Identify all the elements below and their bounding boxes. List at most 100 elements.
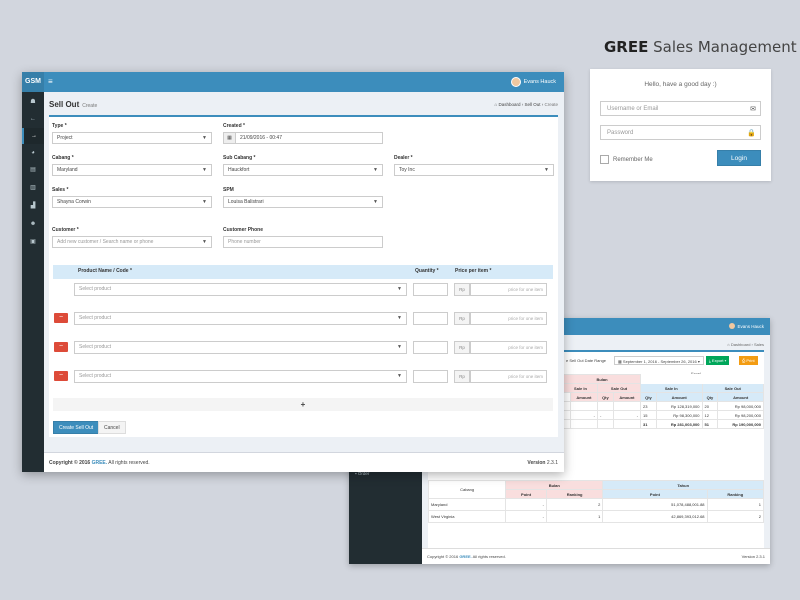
login-greeting: Hello, have a good day :) [644,81,717,88]
remember-checkbox[interactable] [600,155,609,164]
print-label: Print [746,358,755,363]
col-quantity: Quantity * [415,268,439,274]
report-footer: Copyright © 2016 GREE. All rights reserv… [422,548,770,564]
avatar [510,77,521,87]
sell-in-icon[interactable]: ← [22,111,44,127]
login-button[interactable]: Login [717,150,761,166]
lock-icon: 🔒 [747,130,756,137]
caret-down-icon: ▼ [397,315,402,321]
sub-cabang-select[interactable]: Hauckfort ▼ [223,164,383,176]
cell-amount: Rp 128,319,000 [655,401,703,411]
password-placeholder: Password [607,130,634,136]
pie-chart-icon[interactable]: ◕ [22,145,44,161]
users-icon[interactable]: ☻ [22,216,44,232]
user-menu[interactable]: Evans Hauck [510,77,556,87]
breadcrumb-sell-out[interactable]: Sell Out [524,102,540,107]
page-subtitle: Create [82,103,98,109]
caret-down-icon: ▼ [373,199,378,205]
cell-ranking: 1 [545,510,604,523]
type-select[interactable]: Project ▼ [52,132,212,144]
col-group-bulan: Bulan [505,480,604,490]
caret-down-icon: ▼ [202,167,207,173]
dashboard-icon[interactable]: ☗ [22,94,44,110]
quantity-input[interactable] [413,341,448,354]
quantity-input[interactable] [413,312,448,325]
remember-label: Remember Me [613,156,653,163]
add-product-row-button[interactable]: + [53,398,553,411]
price-input[interactable]: price for one item [470,312,547,325]
dealer-label: Dealer * [394,155,413,161]
table-row: 23 Rp 128,319,000 20 Rp 98,000,000 [563,401,764,411]
cell-ranking: 2 [706,510,765,523]
cell-amount: Rp 98,300,000 [655,410,703,420]
footer: Copyright © 2016 GREE. All rights reserv… [44,452,564,472]
quantity-input[interactable] [413,370,448,383]
price-input[interactable]: price for one item [470,283,547,296]
product-select[interactable]: Select product ▼ [74,370,407,383]
menu-toggle-icon[interactable]: ≡ [48,77,53,86]
breadcrumb-current: Sales [753,342,764,347]
report-user-menu[interactable]: Evans Hauck [729,323,764,329]
cell-point: - [505,498,547,511]
col-sale-out-2: Sale Out [701,383,764,393]
product-select[interactable]: Select product ▼ [74,312,407,325]
avatar [729,323,736,329]
created-datetime-input[interactable]: ▦ 21/09/2016 - 00:47 [223,132,383,144]
spm-select[interactable]: Louisa Balistrari ▼ [223,196,383,208]
export-button[interactable]: ⤓ Export ▾ [706,356,730,365]
sales-select[interactable]: Shayna Corwin ▼ [52,196,212,208]
col-group-bulan: Bulan [562,374,642,384]
cell-qty: 23 [640,401,657,411]
col-qty: Qty [640,392,657,402]
create-sell-out-button[interactable]: Create Sell Out [53,421,100,434]
quantity-input[interactable] [413,283,448,296]
report-user-name: Evans Hauck [737,323,764,329]
phone-placeholder: Phone number [228,239,261,245]
remove-row-button[interactable]: − [54,313,68,323]
password-input[interactable]: Password 🔒 [600,125,761,140]
export-label: Export ▾ [711,358,727,363]
breadcrumb-home[interactable]: Dashboard [731,342,751,347]
home-icon: ⌂ [494,102,498,107]
bar-chart-icon[interactable]: ▟ [22,198,44,214]
type-value: Project [57,135,73,141]
footer-brand-link[interactable]: GREE. [459,554,471,559]
cell-qty: 12 [701,410,719,420]
dealer-select[interactable]: Toy Inc ▼ [394,164,554,176]
footer-rights: All rights reserved. [472,554,506,559]
dealer-value: Toy Inc [399,167,415,173]
app-logo[interactable]: GSM [22,72,44,92]
breadcrumb-dashboard[interactable]: Dashboard [498,102,520,107]
product-select[interactable]: Select product ▼ [74,283,407,296]
remember-me[interactable]: Remember Me [600,155,653,164]
database-icon[interactable]: ▥ [22,180,44,196]
currency-addon: Rp [454,370,470,383]
lock-icon[interactable]: ▣ [22,234,44,250]
price-input[interactable]: price for one item [470,341,547,354]
topbar: GSM ≡ Evans Hauck [22,72,564,92]
col-price: Price per item * [455,268,492,274]
cancel-button[interactable]: Cancel [98,421,126,434]
home-icon: ⌂ [727,342,730,347]
date-range-picker[interactable]: ▦ September 1, 2016 - September 26, 2016… [614,356,704,365]
sell-out-icon[interactable]: → [22,128,44,144]
cell-ranking: 1 [706,498,765,511]
footer-version: Version 2.3.1 [527,453,558,472]
cell-amount: Rp 98,000,000 [717,401,764,411]
footer-brand-link[interactable]: GREE. [92,460,108,466]
customer-phone-input[interactable]: Phone number [223,236,383,248]
print-button[interactable]: ⎙ Print [739,356,758,365]
currency-addon: Rp [454,283,470,296]
footer-version-label: Version [527,460,546,466]
cabang-select[interactable]: Maryland ▼ [52,164,212,176]
file-icon[interactable]: ▤ [22,162,44,178]
sub-cabang-label: Sub Cabang * [223,155,256,161]
remove-row-button[interactable]: − [54,342,68,352]
username-input[interactable]: Username or Email ✉ [600,101,761,116]
customer-phone-label: Customer Phone [223,227,264,233]
caret-down-icon: ▼ [397,344,402,350]
product-select[interactable]: Select product ▼ [74,341,407,354]
remove-row-button[interactable]: − [54,371,68,381]
customer-select[interactable]: Add new customer / Search name or phone ▼ [52,236,212,248]
price-input[interactable]: price for one item [470,370,547,383]
